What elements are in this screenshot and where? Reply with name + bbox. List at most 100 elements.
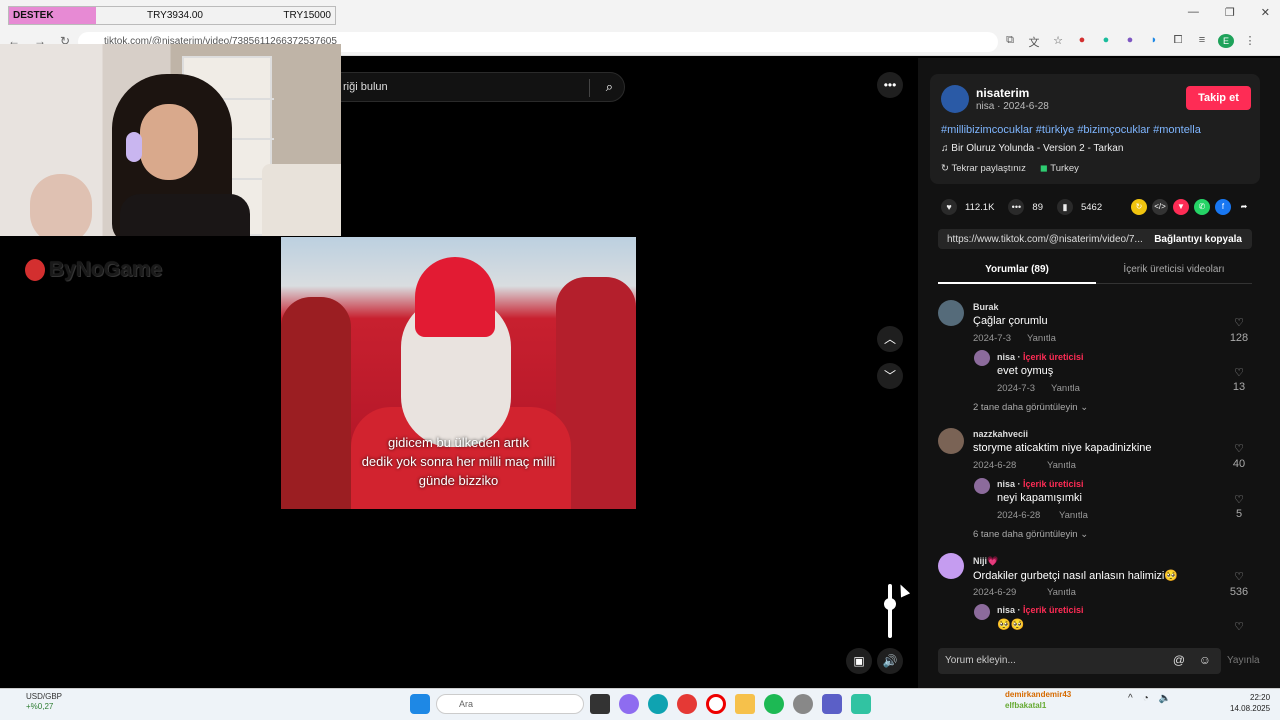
send-icon[interactable]: ▼ (1173, 199, 1189, 215)
reply-date: 2024-7-3 (997, 383, 1036, 394)
currency-widget[interactable]: USD/GBP +%0,27 (10, 692, 62, 712)
comment-like-icon[interactable]: ♡ (1224, 316, 1254, 329)
mention-icon[interactable]: @ (1173, 653, 1185, 667)
teams-icon[interactable] (822, 694, 842, 714)
author-avatar[interactable] (941, 85, 969, 113)
whatsapp-icon[interactable]: ✆ (1194, 199, 1210, 215)
author-username[interactable]: nisaterim (976, 86, 1029, 100)
emoji-icon[interactable]: ☺ (1199, 653, 1211, 667)
extensions-puzzle-icon[interactable]: ⧠ (1170, 34, 1186, 50)
commenter-name[interactable]: Niji💗 (973, 556, 998, 567)
start-icon[interactable] (410, 694, 430, 714)
chrome-icon[interactable] (677, 694, 697, 714)
reply-like-icon[interactable]: ♡ (1224, 366, 1254, 379)
hashtags[interactable]: #millibizimcocuklar #türkiye #bizimçocuk… (941, 124, 1201, 136)
facebook-icon[interactable]: f (1215, 199, 1231, 215)
file-explorer-icon[interactable] (590, 694, 610, 714)
more-options-icon[interactable]: ••• (877, 72, 903, 98)
bookmark-icon[interactable]: ▮ (1056, 199, 1073, 215)
volume-knob[interactable] (884, 598, 896, 610)
share-link-row: https://www.tiktok.com/@nisaterim/video/… (938, 229, 1252, 249)
volume-icon[interactable]: 🔊 (877, 648, 903, 674)
menu-kebab-icon[interactable]: ⋮ (1242, 34, 1258, 50)
location-tag[interactable]: ◼ Turkey (1040, 163, 1079, 174)
share-arrow-icon[interactable]: ➦ (1236, 199, 1252, 215)
engagement-stats: ♥ 112.1K ••• 89 ▮ 5462 (941, 199, 1102, 215)
reply-author[interactable]: nisa · İçerik üreticisi (997, 479, 1084, 489)
extension-icon[interactable]: ◗ (1146, 34, 1162, 50)
settings-gear-icon[interactable] (793, 694, 813, 714)
reply-button[interactable]: Yanıtla (1047, 587, 1076, 598)
comment-icon[interactable]: ••• (1008, 199, 1025, 215)
spotify-icon[interactable] (764, 694, 784, 714)
speaker-icon[interactable]: 🔈 (1159, 693, 1171, 704)
commenter-name[interactable]: Burak (973, 302, 999, 312)
share-link-text[interactable]: https://www.tiktok.com/@nisaterim/video/… (947, 234, 1147, 245)
follow-button[interactable]: Takip et (1186, 86, 1251, 110)
reply-like-icon[interactable]: ♡ (1224, 620, 1254, 632)
view-more-replies[interactable]: 6 tane daha görüntüleyin ⌄ (973, 529, 1088, 540)
tab-creator-videos[interactable]: İçerik üreticisi videoları (1096, 264, 1252, 275)
favorite-star-icon[interactable]: ☆ (1050, 34, 1066, 50)
music-link[interactable]: ♫ Bir Oluruz Yolunda - Version 2 - Tarka… (941, 143, 1123, 154)
next-video-icon[interactable]: ﹀ (877, 363, 903, 389)
previous-video-icon[interactable]: ︿ (877, 326, 903, 352)
translate-icon[interactable]: 文 (1026, 34, 1042, 50)
post-button[interactable]: Yayınla (1227, 655, 1260, 666)
wifi-icon[interactable]: ◔ (1143, 693, 1149, 704)
view-more-replies[interactable]: 2 tane daha görüntüleyin ⌄ (973, 402, 1088, 413)
commenter-avatar[interactable] (938, 428, 964, 454)
toolbar-icons[interactable]: ⧉ 文 ☆ ● ● ● ◗ ⧠ ≡ E ⋮ (1002, 34, 1258, 50)
reply-button[interactable]: Yanıtla (1047, 460, 1076, 471)
comment-input[interactable]: Yorum ekleyin... @ ☺ (938, 648, 1221, 674)
system-tray[interactable]: ^ ◔ 🔈 (1128, 693, 1171, 704)
donation-current: TRY3934.00 (147, 10, 203, 21)
clock[interactable]: 22:20 14.08.2025 (1230, 692, 1270, 714)
embed-icon[interactable]: </> (1152, 199, 1168, 215)
maximize-icon[interactable]: ❐ (1225, 6, 1235, 19)
commenter-avatar[interactable] (938, 553, 964, 579)
copilot-icon[interactable] (619, 694, 639, 714)
tab-comments[interactable]: Yorumlar (89) (938, 264, 1096, 275)
volume-slider[interactable] (884, 584, 896, 638)
reply-button[interactable]: Yanıtla (1059, 510, 1088, 521)
commenter-name[interactable]: nazzkahvecii (973, 429, 1028, 439)
reply-author[interactable]: nisa · İçerik üreticisi (997, 352, 1084, 362)
creator-avatar[interactable] (974, 350, 990, 366)
repost-share-icon[interactable]: ↻ (1131, 199, 1147, 215)
search-icon[interactable]: ⌕ (606, 79, 613, 95)
window-controls[interactable]: — ❐ ✕ (1188, 6, 1270, 19)
minimize-icon[interactable]: — (1188, 6, 1199, 19)
chevron-up-icon[interactable]: ^ (1128, 693, 1133, 704)
reading-list-icon[interactable]: ≡ (1194, 34, 1210, 50)
extension-icon[interactable]: ● (1098, 34, 1114, 50)
creator-avatar[interactable] (974, 478, 990, 494)
headset (126, 132, 142, 162)
close-icon[interactable]: ✕ (1261, 6, 1270, 19)
opera-icon[interactable] (706, 694, 726, 714)
comment-list: Burak Çağlar çorumlu 2024-7-3 Yanıtla ♡ … (918, 292, 1280, 632)
location-icon: ◼ (1039, 163, 1051, 174)
like-icon[interactable]: ♥ (941, 199, 957, 215)
profile-avatar[interactable]: E (1218, 34, 1234, 48)
extension-icon[interactable]: ● (1122, 34, 1138, 50)
repost-status[interactable]: ↻ Tekrar paylaştınız (941, 163, 1026, 174)
taskbar-search[interactable]: Ara (436, 694, 584, 714)
reply-button[interactable]: Yanıtla (1051, 383, 1080, 394)
commenter-avatar[interactable] (938, 300, 964, 326)
install-app-icon[interactable]: ⧉ (1002, 34, 1018, 50)
extension-icon[interactable]: ● (1074, 34, 1090, 50)
reply-button[interactable]: Yanıtla (1027, 333, 1056, 344)
reply-author[interactable]: nisa · İçerik üreticisi (997, 605, 1084, 615)
creator-avatar[interactable] (974, 604, 990, 620)
folder-icon[interactable] (735, 694, 755, 714)
streamlabs-icon[interactable] (851, 694, 871, 714)
reply-like-icon[interactable]: ♡ (1224, 493, 1254, 506)
comment-like-icon[interactable]: ♡ (1224, 442, 1254, 455)
comment-like-icon[interactable]: ♡ (1224, 570, 1254, 583)
tiktok-search-input[interactable]: riği bulun ⌕ (320, 72, 625, 102)
copy-link-button[interactable]: Bağlantıyı kopyala (1154, 234, 1242, 245)
pip-icon[interactable]: ▣ (846, 648, 872, 674)
video-player[interactable]: gidicem bu ülkeden artık dedik yok sonra… (281, 237, 636, 509)
edge-icon[interactable] (648, 694, 668, 714)
